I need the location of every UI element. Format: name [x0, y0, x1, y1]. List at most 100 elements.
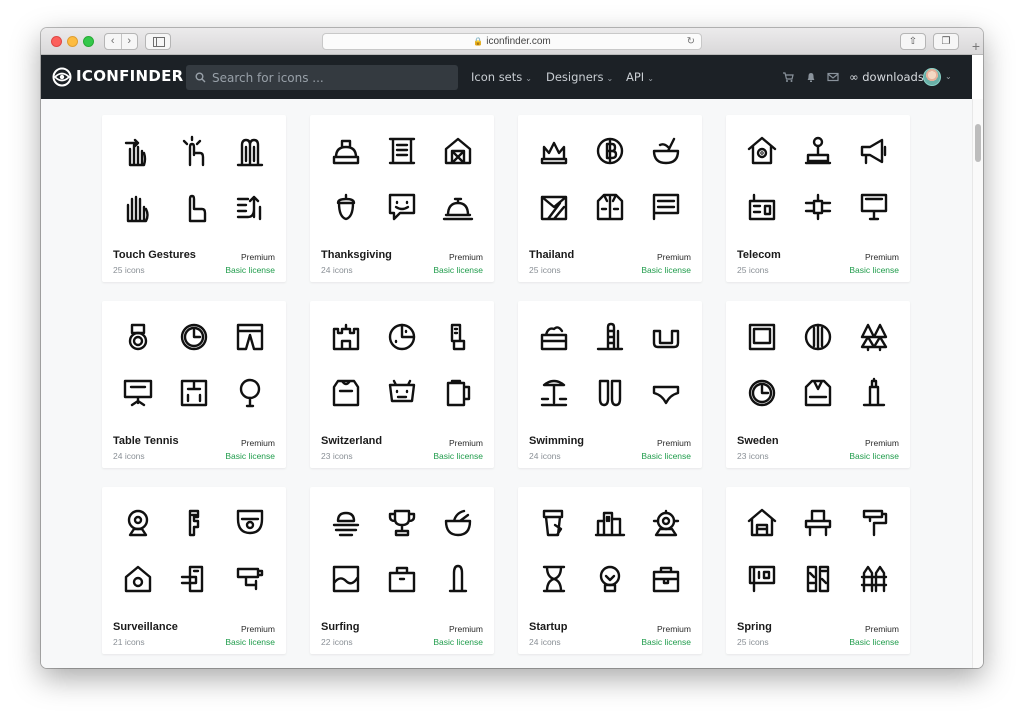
set-title[interactable]: Startup: [529, 621, 568, 633]
browser-toolbar: ‹ › 🔒 iconfinder.com ↻ ⇧ ❐ +: [41, 28, 983, 55]
monitor-icon: [860, 193, 888, 221]
sunset-icon: [332, 511, 360, 537]
avatar[interactable]: [923, 68, 941, 86]
new-tab-button[interactable]: +: [969, 38, 983, 54]
icon-count: 22 icons: [321, 637, 353, 647]
premium-label: Premium: [864, 624, 899, 634]
icon-preview-grid[interactable]: [310, 301, 494, 429]
license-label: Basic license: [849, 265, 899, 275]
set-title[interactable]: Surfing: [321, 621, 360, 633]
icon-set-card[interactable]: Thanksgiving 24 icons Premium Basic license: [310, 115, 494, 282]
set-title[interactable]: Touch Gestures: [113, 249, 196, 261]
clock-icon: [180, 323, 208, 351]
icon-preview-grid[interactable]: [518, 115, 702, 243]
share-button[interactable]: ⇧: [900, 33, 926, 50]
board-icon: [123, 379, 153, 407]
coffee-cup-icon: [542, 509, 564, 537]
chevron-down-icon[interactable]: ⌄: [945, 72, 952, 81]
antenna-icon: [804, 136, 832, 165]
menu-label: Icon sets: [471, 70, 523, 84]
mail-icon[interactable]: [827, 71, 839, 83]
reload-icon[interactable]: ↻: [687, 34, 695, 49]
cheese-icon: [388, 323, 416, 351]
history-buttons: ‹ ›: [104, 33, 138, 50]
megaphone-icon: [860, 138, 887, 165]
license-label: Basic license: [433, 451, 483, 461]
tabs-button[interactable]: ❐: [933, 33, 959, 50]
icon-preview-grid[interactable]: [726, 487, 910, 615]
house-signal-icon: [747, 136, 777, 165]
set-title[interactable]: Switzerland: [321, 435, 382, 447]
icon-preview-grid[interactable]: [102, 301, 286, 429]
zoom-window-button[interactable]: [83, 36, 94, 47]
forward-button[interactable]: ›: [122, 34, 138, 49]
menu-label: Designers: [546, 70, 604, 84]
search-input[interactable]: [212, 67, 452, 88]
castle-icon: [332, 323, 360, 351]
downloads-counter[interactable]: ∞ downloads: [849, 70, 924, 84]
set-title[interactable]: Spring: [737, 621, 772, 633]
back-button[interactable]: ‹: [105, 34, 122, 49]
icon-set-card[interactable]: Telecom 25 icons Premium Basic license: [726, 115, 910, 282]
icon-preview-grid[interactable]: [518, 301, 702, 429]
close-window-button[interactable]: [51, 36, 62, 47]
icon-set-card[interactable]: Spring 25 icons Premium Basic license: [726, 487, 910, 654]
icon-set-card[interactable]: Sweden 23 icons Premium Basic license: [726, 301, 910, 468]
icon-set-card[interactable]: Surfing 22 icons Premium Basic license: [310, 487, 494, 654]
cart-icon[interactable]: [782, 71, 794, 83]
icon-preview-grid[interactable]: [310, 115, 494, 243]
menu-api[interactable]: API ⌄: [626, 70, 654, 84]
icon-set-card[interactable]: Thailand 25 icons Premium Basic license: [518, 115, 702, 282]
icon-count: 25 icons: [529, 265, 561, 275]
address-bar[interactable]: 🔒 iconfinder.com ↻: [322, 33, 702, 50]
paint-roller-icon: [862, 509, 888, 537]
coconut-drink-icon: [652, 137, 680, 165]
icon-set-card[interactable]: Switzerland 23 icons Premium Basic license: [310, 301, 494, 468]
license-label: Basic license: [225, 637, 275, 647]
jersey-icon: [332, 379, 360, 407]
premium-label: Premium: [240, 252, 275, 262]
scrollbar-thumb[interactable]: [975, 124, 981, 162]
set-title[interactable]: Thailand: [529, 249, 574, 261]
set-title[interactable]: Table Tennis: [113, 435, 179, 447]
menu-label: API: [626, 70, 645, 84]
license-label: Basic license: [641, 265, 691, 275]
dome-camera-icon: [236, 509, 264, 535]
sidebar-toggle-button[interactable]: [145, 33, 171, 50]
icon-count: 21 icons: [113, 637, 145, 647]
icon-set-card[interactable]: Surveillance 21 icons Premium Basic license: [102, 487, 286, 654]
set-title[interactable]: Sweden: [737, 435, 779, 447]
icon-preview-grid[interactable]: [310, 487, 494, 615]
icon-set-grid: Touch Gestures 25 icons Premium Basic licen…: [41, 99, 972, 668]
icon-preview-grid[interactable]: [102, 115, 286, 243]
site-logo[interactable]: ICONFINDER: [76, 67, 184, 85]
trees-icon: [860, 323, 888, 352]
bell-icon[interactable]: [805, 71, 817, 83]
menu-icon-sets[interactable]: Icon sets ⌄: [471, 70, 532, 84]
icon-set-card[interactable]: Startup 24 icons Premium Basic license: [518, 487, 702, 654]
icon-set-card[interactable]: Swimming 24 icons Premium Basic license: [518, 301, 702, 468]
lightbulb-icon: [599, 565, 621, 593]
lock-icon: 🔒: [473, 37, 484, 46]
icon-preview-grid[interactable]: [518, 487, 702, 615]
set-title[interactable]: Surveillance: [113, 621, 178, 633]
set-title[interactable]: Telecom: [737, 249, 781, 261]
icon-preview-grid[interactable]: [102, 487, 286, 615]
icon-preview-grid[interactable]: [726, 301, 910, 429]
eye-logo-icon[interactable]: [52, 67, 72, 87]
pool-icon: [540, 326, 568, 351]
icon-preview-grid[interactable]: [726, 115, 910, 243]
menu-designers[interactable]: Designers ⌄: [546, 70, 613, 84]
search-box[interactable]: [186, 65, 458, 90]
set-title[interactable]: Thanksgiving: [321, 249, 392, 261]
sign-icon: [748, 565, 776, 593]
icon-count: 25 icons: [113, 265, 145, 275]
icon-set-card[interactable]: Table Tennis 24 icons Premium Basic license: [102, 301, 286, 468]
icon-set-card[interactable]: Touch Gestures 25 icons Premium Basic licen…: [102, 115, 286, 282]
hourglass-icon: [542, 565, 566, 593]
minimize-window-button[interactable]: [67, 36, 78, 47]
jacket-icon: [596, 193, 624, 221]
satellite-icon: [804, 193, 832, 221]
scrollbar[interactable]: [972, 99, 983, 668]
set-title[interactable]: Swimming: [529, 435, 584, 447]
